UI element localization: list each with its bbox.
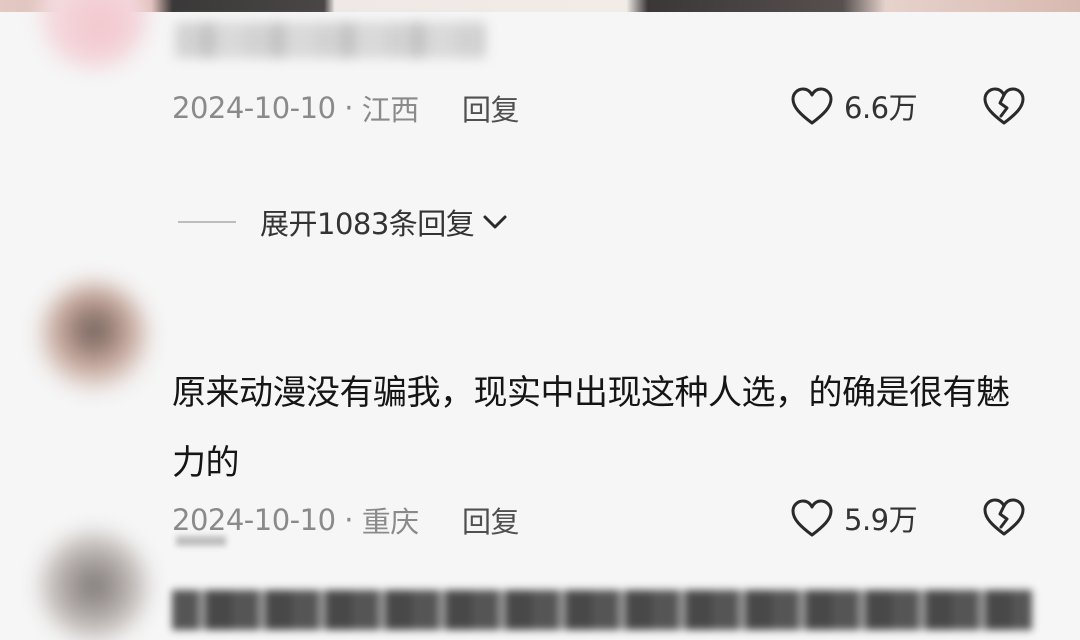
avatar[interactable]	[40, 532, 148, 640]
comment-text: 原来动漫没有骗我，现实中出现这种人选，的确是很有魅力的	[172, 373, 1010, 483]
broken-heart-icon[interactable]	[982, 497, 1026, 537]
reply-button[interactable]: 回复	[462, 499, 520, 541]
like-button[interactable]: 6.6万	[790, 84, 918, 128]
broken-heart-icon[interactable]	[982, 86, 1026, 126]
comment-date: 2024-10-10	[172, 503, 336, 537]
expand-replies-button[interactable]: 展开1083条回复	[178, 200, 510, 244]
blurred-comment-text	[172, 590, 1032, 630]
avatar[interactable]	[40, 282, 148, 390]
video-frame-strip	[0, 0, 1080, 12]
expand-replies-label: 展开1083条回复	[260, 207, 475, 241]
heart-outline-icon	[791, 87, 833, 125]
like-button[interactable]: 5.9万	[790, 496, 918, 540]
like-count: 5.9万	[844, 503, 918, 537]
blurred-username	[176, 536, 226, 546]
heart-outline-icon	[791, 499, 833, 537]
comment-meta: 2024-10-10 · 重庆 回复	[172, 500, 520, 540]
comment-date: 2024-10-10	[172, 91, 336, 125]
reply-button[interactable]: 回复	[462, 87, 520, 129]
comment-location: 江西	[361, 93, 420, 127]
chevron-down-icon	[483, 215, 507, 229]
comment-meta: 2024-10-10 · 江西 回复	[172, 88, 520, 128]
divider-line	[178, 221, 236, 223]
blurred-username	[175, 22, 485, 58]
like-count: 6.6万	[844, 91, 918, 125]
comment-location: 重庆	[361, 505, 420, 539]
avatar[interactable]	[40, 0, 148, 68]
